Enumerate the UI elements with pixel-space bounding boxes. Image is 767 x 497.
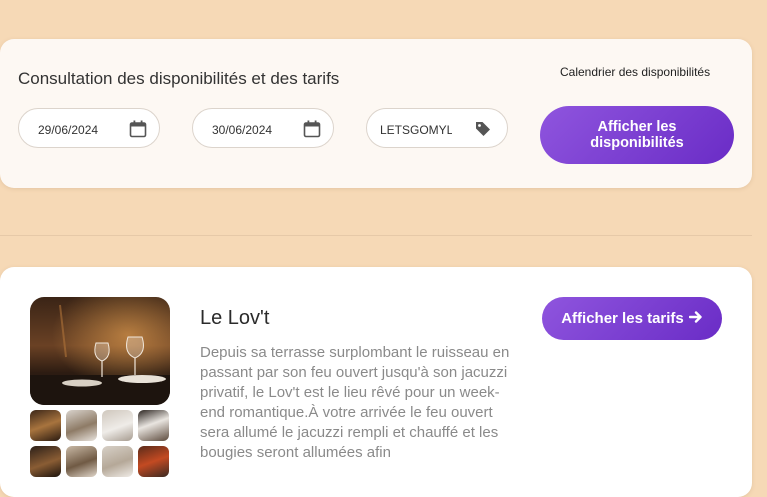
calendar-icon[interactable] [303, 120, 321, 143]
promo-code-value: LETSGOMYL [380, 123, 452, 137]
room-photo-thumbnail[interactable] [30, 410, 61, 441]
section-divider [0, 235, 752, 236]
room-photo-thumbnail[interactable] [66, 410, 97, 441]
room-photo-thumbnail[interactable] [102, 410, 133, 441]
arrow-right-icon [688, 310, 703, 328]
arrival-date-value: 29/06/2024 [38, 123, 99, 137]
departure-date-value: 30/06/2024 [212, 123, 273, 137]
calendar-icon[interactable] [129, 120, 147, 143]
room-photo-thumbnail[interactable] [138, 410, 169, 441]
departure-date-field[interactable]: 30/06/2024 [192, 108, 334, 148]
show-rates-label: Afficher les tarifs [561, 310, 684, 327]
room-description: Depuis sa terrasse surplombant le ruisse… [200, 344, 510, 461]
room-main-photo[interactable] [30, 297, 170, 405]
show-availability-button[interactable]: Afficher les disponibilités [540, 106, 734, 164]
availability-search-panel: Consultation des disponibilités et des t… [0, 39, 752, 188]
tag-icon [475, 121, 491, 142]
room-name: Le Lov't [200, 307, 270, 329]
promo-code-field[interactable]: LETSGOMYL [366, 108, 508, 148]
room-photo-thumbnail[interactable] [66, 446, 97, 477]
room-photo-thumbnail[interactable] [102, 446, 133, 477]
arrival-date-field[interactable]: 29/06/2024 [18, 108, 160, 148]
show-rates-button[interactable]: Afficher les tarifs [542, 297, 722, 340]
room-photo-thumbnail[interactable] [30, 446, 61, 477]
availability-calendar-link[interactable]: Calendrier des disponibilités [560, 65, 710, 79]
search-title: Consultation des disponibilités et des t… [18, 69, 340, 88]
room-photo-thumbnail[interactable] [138, 446, 169, 477]
room-card: Le Lov't Depuis sa terrasse surplombant … [0, 267, 752, 497]
